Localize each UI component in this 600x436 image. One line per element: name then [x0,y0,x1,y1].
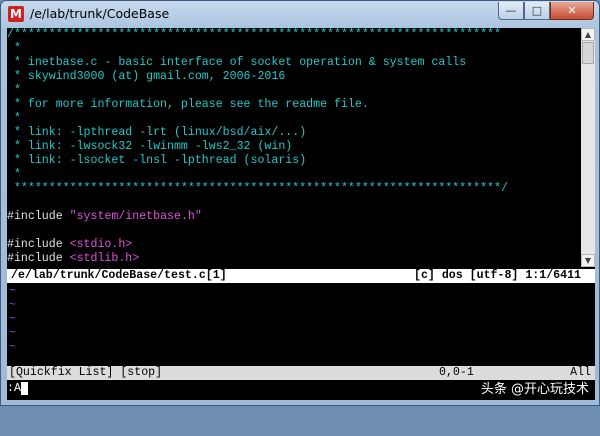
comment-text: * link: -lwsock32 -lwinmm -lws2_32 (win) [7,140,293,153]
close-button[interactable]: ✕ [550,2,594,20]
preprocessor-directive: #include [7,252,63,265]
comment-text: * [7,84,21,97]
code-line: * link: -lwsock32 -lwinmm -lws2_32 (win) [7,140,579,154]
minimize-icon: — [505,4,517,17]
empty-line-tilde: ~ [9,341,16,354]
empty-line-tilde: ~ [9,285,16,298]
code-line: /***************************************… [7,28,579,42]
code-line: * inetbase.c - basic interface of socket… [7,56,579,70]
code-line: #include "system/inetbase.h" [7,210,579,224]
comment-text: /***************************************… [7,28,501,41]
comment-text: * for more information, please see the r… [7,98,369,111]
scroll-up-icon[interactable]: ▲ [581,28,595,41]
comment-text: * [7,42,21,55]
comment-text: * skywind3000 (at) gmail.com, 2006-2016 [7,70,286,83]
vim-client-area[interactable]: /***************************************… [7,28,595,400]
comment-text: * [7,112,21,125]
code-line: #include <stdio.h> [7,238,579,252]
command-text: :A [7,382,21,395]
code-line: * link: -lpthread -lrt (linux/bsd/aix/..… [7,126,579,140]
include-path: "system/inetbase.h" [69,210,202,223]
watermark: 头条 @开心玩技术 [480,382,589,397]
code-line: * for more information, please see the r… [7,98,579,112]
text-cursor [20,382,28,395]
code-line: #include <stdlib.h> [7,252,579,266]
comment-text: * link: -lsocket -lnsl -lpthread (solari… [7,154,307,167]
close-icon: ✕ [567,4,577,17]
title-bar[interactable]: M /e/lab/trunk/CodeBase — □ ✕ [1,1,599,27]
comment-text: ****************************************… [7,182,508,195]
empty-line-tilde: ~ [9,299,16,312]
buffer-status-line: /e/lab/trunk/CodeBase/test.c[1] [c] dos … [7,269,595,283]
window-controls: — □ ✕ [498,2,594,20]
code-line: ****************************************… [7,182,579,196]
quickfix-window[interactable]: ~ ~ ~ ~ ~ [7,285,595,365]
preprocessor-directive: #include [7,238,63,251]
vim-window: M /e/lab/trunk/CodeBase — □ ✕ /*********… [0,0,600,406]
scrollbar-thumb[interactable] [582,42,594,64]
gvim-app-icon: M [8,6,24,22]
quickfix-cursor-position: 0,0-1 [439,366,474,379]
include-path: <stdlib.h> [69,252,140,265]
empty-line-tilde: ~ [9,313,16,326]
code-line: * [7,84,579,98]
code-line: * [7,168,579,182]
status-file-path: /e/lab/trunk/CodeBase/test.c[1] [11,269,227,282]
comment-text: * [7,168,21,181]
quickfix-status-label: [Quickfix List] [stop] [9,366,163,379]
scroll-down-icon[interactable]: ▼ [581,254,595,267]
comment-text: * inetbase.c - basic interface of socket… [7,56,467,69]
code-line: * skywind3000 (at) gmail.com, 2006-2016 [7,70,579,84]
window-title: /e/lab/trunk/CodeBase [30,6,170,21]
preprocessor-directive: #include [7,210,63,223]
minimize-button[interactable]: — [498,2,524,20]
maximize-icon: □ [531,4,543,17]
code-line: * [7,112,579,126]
status-file-info: [c] dos [utf-8] 1:1/6411 [414,269,581,282]
code-line: * [7,42,579,56]
empty-line-tilde: ~ [9,327,16,340]
editor-buffer[interactable]: /***************************************… [7,28,579,267]
vertical-scrollbar[interactable]: ▲ ▼ [581,28,595,267]
code-line: * link: -lsocket -lnsl -lpthread (solari… [7,154,579,168]
include-path: <stdio.h> [69,238,133,251]
maximize-button[interactable]: □ [524,2,550,20]
comment-text: * link: -lpthread -lrt (linux/bsd/aix/..… [7,126,307,139]
